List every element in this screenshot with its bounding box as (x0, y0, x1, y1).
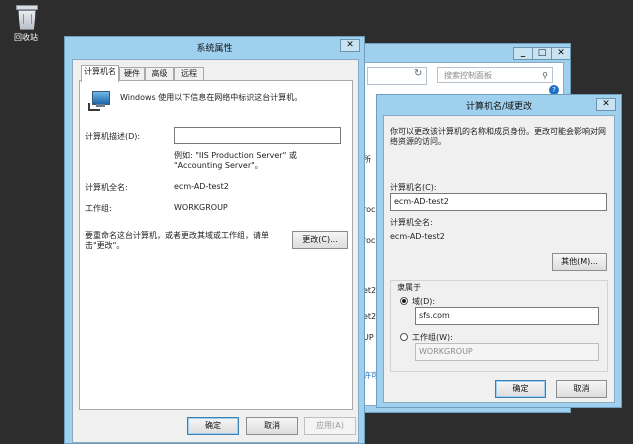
recycle-bin-icon (15, 3, 38, 30)
workgroup-value: WORKGROUP (174, 203, 228, 212)
dialog-intro-text: 你可以更改该计算机的名称和成员身份。更改可能会影响对网络资源的访问。 (390, 127, 606, 146)
tab-remote[interactable]: 远程 (174, 67, 204, 80)
system-properties-content: 计算机名 硬件 高级 远程 Windows 使用以下信息在网络中标识这台计算机。… (72, 59, 359, 443)
domain-label: 域(D): (412, 297, 436, 306)
maximize-button[interactable]: □ (532, 47, 552, 60)
refresh-icon[interactable]: ↻ (414, 68, 422, 79)
minimize-button[interactable]: _ (513, 47, 533, 60)
system-properties-window: 系统属性 ✕ 计算机名 硬件 高级 远程 Windows 使用以下信息在网络中标… (64, 36, 365, 444)
search-input[interactable]: 搜索控制面板 ⚲ (437, 67, 553, 83)
tab-advanced[interactable]: 高级 (145, 67, 174, 80)
apply-button[interactable]: 应用(A) (304, 417, 356, 435)
close-button[interactable]: ✕ (596, 98, 616, 111)
more-button[interactable]: 其他(M)... (552, 253, 607, 271)
domain-field[interactable]: sfs.com (415, 307, 599, 325)
dialog-title: 计算机名/域更改 (465, 102, 533, 112)
workgroup-field[interactable]: WORKGROUP (415, 343, 599, 361)
cancel-button[interactable]: 取消 (556, 380, 607, 398)
full-name-label: 计算机全名: (390, 218, 433, 227)
ok-button[interactable]: 确定 (187, 417, 239, 435)
tab-hardware[interactable]: 硬件 (119, 67, 145, 80)
workgroup-label: 工作组(W): (412, 333, 453, 342)
search-icon: ⚲ (542, 71, 548, 80)
full-name-value: ecm-AD-test2 (174, 182, 229, 191)
example-text: 例如: "IIS Production Server" 或 "Accountin… (174, 151, 297, 170)
address-bar[interactable]: ↻ (367, 67, 427, 85)
close-button[interactable]: ✕ (551, 47, 571, 60)
close-button[interactable]: ✕ (340, 39, 360, 52)
change-button[interactable]: 更改(C)... (292, 231, 348, 249)
member-of-label: 隶属于 (397, 283, 421, 292)
full-name-label: 计算机全名: (85, 183, 128, 192)
ok-button[interactable]: 确定 (495, 380, 546, 398)
description-label: 计算机描述(D): (85, 132, 141, 141)
workgroup-label: 工作组: (85, 204, 112, 213)
domain-radio[interactable] (400, 297, 408, 305)
intro-text: Windows 使用以下信息在网络中标识这台计算机。 (120, 93, 303, 102)
rename-text: 要重命名这台计算机，或者更改其域或工作组，请单击"更改"。 (85, 231, 269, 250)
window-title: 系统属性 (196, 44, 233, 54)
computer-name-dialog-content: 你可以更改该计算机的名称和成员身份。更改可能会影响对网络资源的访问。 计算机名(… (383, 115, 615, 403)
computer-name-label: 计算机名(C): (390, 183, 437, 192)
computer-name-field[interactable]: ecm-AD-test2 (390, 193, 607, 211)
full-name-value: ecm-AD-test2 (390, 232, 445, 241)
cancel-button[interactable]: 取消 (246, 417, 298, 435)
description-field[interactable] (174, 127, 341, 144)
tab-computer-name[interactable]: 计算机名 (81, 65, 119, 82)
recycle-bin-shortcut[interactable]: 回收站 (8, 3, 44, 43)
recycle-bin-label: 回收站 (14, 33, 38, 42)
computer-name-dialog: 计算机名/域更改 ✕ 你可以更改该计算机的名称和成员身份。更改可能会影响对网络资… (376, 94, 622, 408)
member-of-group: 隶属于 域(D): sfs.com 工作组(W): WORKGROUP (390, 280, 608, 372)
workgroup-radio[interactable] (400, 333, 408, 341)
computer-network-icon (88, 89, 110, 111)
computer-name-page: Windows 使用以下信息在网络中标识这台计算机。 计算机描述(D): 例如:… (79, 80, 353, 410)
